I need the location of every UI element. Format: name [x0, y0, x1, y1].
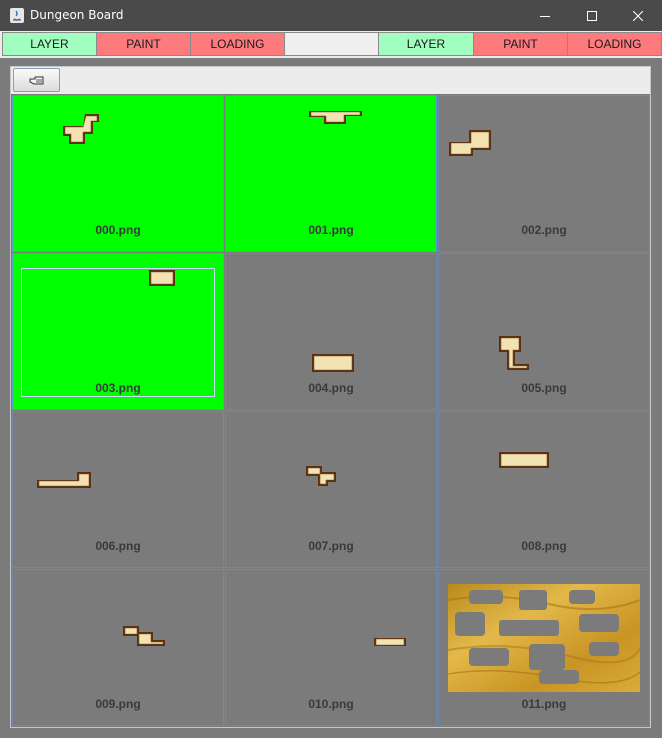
tile-label: 010.png — [308, 697, 354, 711]
tile-010[interactable]: 010.png — [225, 569, 437, 726]
layer-button-right[interactable]: LAYER — [378, 32, 474, 56]
tile-004[interactable]: 004.png — [225, 253, 437, 410]
tile-009[interactable]: 009.png — [12, 569, 224, 726]
tile-001[interactable]: 001.png — [225, 95, 437, 252]
tile-006[interactable]: 006.png — [12, 411, 224, 568]
tile-label: 005.png — [521, 381, 567, 395]
panel-toolbar — [11, 67, 650, 94]
tile-label: 011.png — [521, 697, 567, 711]
tile-003[interactable]: 003.png — [12, 253, 224, 410]
tile-005[interactable]: 005.png — [438, 253, 650, 410]
maximize-button[interactable] — [569, 0, 615, 31]
hand-pointer-icon — [29, 76, 43, 85]
toolbar-spacer — [284, 32, 379, 56]
tile-label: 008.png — [521, 539, 567, 553]
tile-011[interactable]: 011.png — [438, 569, 650, 726]
layer-button-left[interactable]: LAYER — [2, 32, 97, 56]
loading-button-right[interactable]: LOADING — [567, 32, 662, 56]
title-bar: Dungeon Board — [0, 0, 662, 31]
back-button[interactable] — [13, 68, 60, 92]
tile-label: 001.png — [308, 223, 354, 237]
tile-002[interactable]: 002.png — [438, 95, 650, 252]
tile-007[interactable]: 007.png — [225, 411, 437, 568]
window-title: Dungeon Board — [30, 8, 124, 22]
tile-label: 007.png — [308, 539, 354, 553]
tile-label: 004.png — [308, 381, 354, 395]
tile-grid: 000.png 001.png 002.png 003.png 004.png … — [11, 94, 650, 727]
toolbar: LAYER PAINT LOADING LAYER PAINT LOADING — [0, 31, 662, 58]
java-app-icon — [10, 8, 24, 23]
tile-label: 006.png — [95, 539, 141, 553]
loading-button-left[interactable]: LOADING — [190, 32, 285, 56]
file-chooser-panel: 000.png 001.png 002.png 003.png 004.png … — [10, 66, 651, 728]
paint-button-right[interactable]: PAINT — [473, 32, 568, 56]
tile-000[interactable]: 000.png — [12, 95, 224, 252]
tile-label: 009.png — [95, 697, 141, 711]
tile-008[interactable]: 008.png — [438, 411, 650, 568]
paint-button-left[interactable]: PAINT — [96, 32, 191, 56]
close-button[interactable] — [615, 0, 661, 31]
close-icon — [633, 10, 643, 21]
tile-label: 003.png — [95, 381, 141, 395]
maximize-icon — [587, 10, 597, 21]
minimize-icon — [540, 15, 550, 17]
minimize-button[interactable] — [522, 0, 568, 31]
tile-label: 002.png — [521, 223, 567, 237]
tile-label: 000.png — [95, 223, 141, 237]
